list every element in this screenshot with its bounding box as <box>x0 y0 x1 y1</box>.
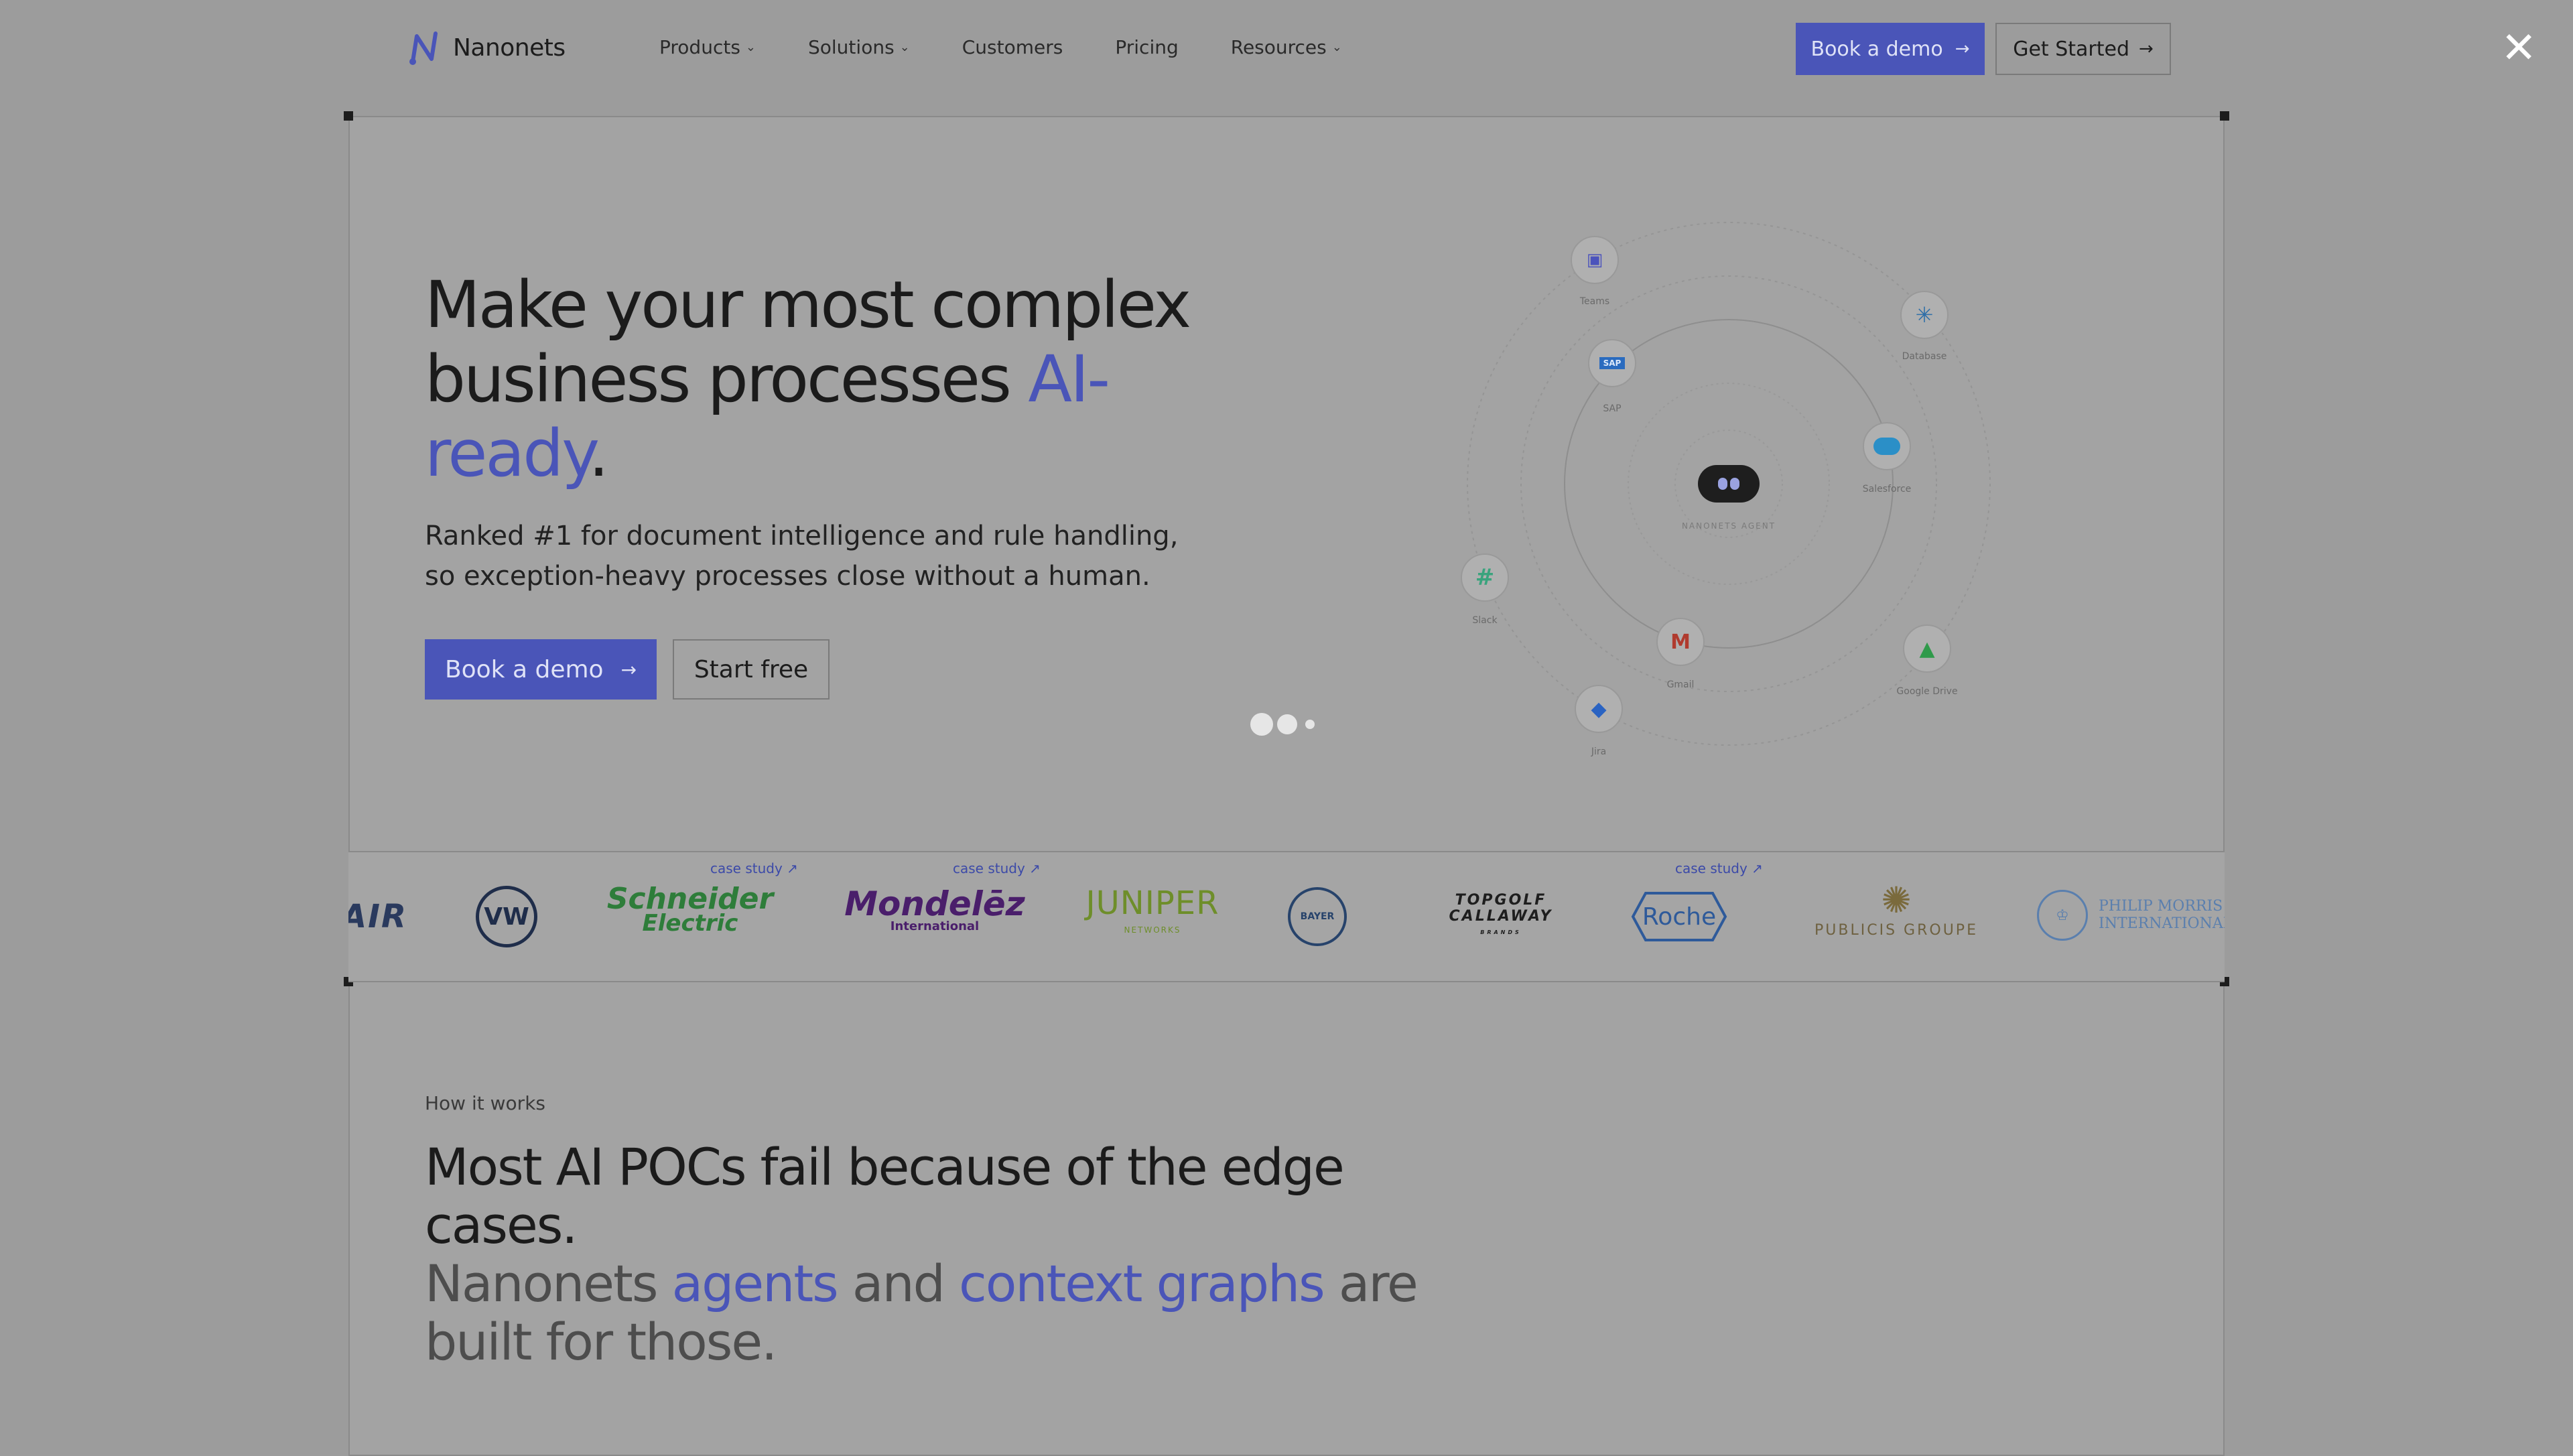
node-label-jira: Jira <box>1591 746 1607 757</box>
node-label-slack: Slack <box>1472 615 1498 626</box>
hero-subtitle: Ranked #1 for document intelligence and … <box>425 521 1179 592</box>
brand-name: Nanonets <box>453 34 566 62</box>
node-label-database: Database <box>1902 351 1947 362</box>
nav-resources[interactable]: Resources ⌄ <box>1231 36 1342 58</box>
logo-volkswagen: VW <box>476 886 537 947</box>
nav-book-demo-button[interactable]: Book a demo → <box>1796 23 1985 75</box>
nanonets-logo-icon <box>409 31 438 65</box>
google-drive-icon[interactable]: ▲ <box>1903 624 1951 673</box>
jira-icon[interactable]: ◆ <box>1575 685 1623 733</box>
logo-roche: Roche <box>1631 891 1727 942</box>
resize-handle-top-right[interactable] <box>2220 111 2229 121</box>
slack-icon[interactable]: # <box>1461 553 1509 602</box>
brand-logo[interactable]: Nanonets <box>407 29 566 66</box>
case-study-link[interactable]: case study ↗ <box>710 860 798 876</box>
nanonets-agent-hub <box>1698 465 1760 503</box>
node-label-google-drive: Google Drive <box>1896 686 1958 697</box>
node-label-teams: Teams <box>1579 296 1610 307</box>
carousel-dots <box>1250 713 1315 736</box>
case-study-link[interactable]: case study ↗ <box>1675 860 1763 876</box>
main-nav: Products ⌄ Solutions ⌄ Customers Pricing… <box>659 36 1342 58</box>
logo-air: AIR <box>348 898 407 935</box>
nav-solutions[interactable]: Solutions ⌄ <box>808 36 910 58</box>
logo-juniper: JUNIPER NETWORKS <box>1085 884 1219 935</box>
carousel-dot[interactable] <box>1305 720 1315 729</box>
gmail-icon[interactable]: M <box>1656 618 1705 666</box>
hero-title: Make your most complex business processe… <box>425 267 1191 491</box>
chevron-down-icon: ⌄ <box>899 40 910 54</box>
chevron-down-icon: ⌄ <box>1331 40 1342 54</box>
sap-icon[interactable]: SAP <box>1588 339 1636 387</box>
carousel-dot[interactable] <box>1277 714 1297 734</box>
nav-get-started-button[interactable]: Get Started → <box>1995 23 2171 75</box>
logo-topgolf-callaway: TOPGOLF CALLAWAY BRANDS <box>1449 892 1553 936</box>
agent-eye-icon <box>1718 478 1727 490</box>
nav-products[interactable]: Products ⌄ <box>659 36 756 58</box>
pmi-crest-icon: ♔ <box>2037 890 2088 941</box>
logo-publicis-groupe: ✺ PUBLICIS GROUPE <box>1815 879 1978 939</box>
resize-handle-top-left[interactable] <box>344 111 353 121</box>
close-icon[interactable]: ✕ <box>2501 27 2537 70</box>
case-study-link[interactable]: case study ↗ <box>953 860 1041 876</box>
section-title: Most AI POCs fail because of the edge ca… <box>425 1137 1419 1372</box>
logo-mondelez: Mondelēz International <box>844 884 1025 933</box>
nav-pricing[interactable]: Pricing <box>1115 36 1178 58</box>
node-label-sap: SAP <box>1603 403 1622 414</box>
logo-philip-morris: ♔ PHILIP MORRIS INTERNATIONAL <box>2037 890 2225 941</box>
start-free-button[interactable]: Start free <box>673 639 830 700</box>
carousel-dot[interactable] <box>1250 713 1273 736</box>
node-label-salesforce: Salesforce <box>1862 484 1912 494</box>
logo-bayer: BAYER <box>1288 887 1347 946</box>
node-label-gmail: Gmail <box>1666 679 1695 690</box>
arrow-right-icon: → <box>2139 39 2154 59</box>
integration-diagram: NANONETS AGENT ▣ Teams ✳ Database SAP SA… <box>1461 221 1997 757</box>
database-icon[interactable]: ✳ <box>1900 291 1949 339</box>
hero-book-demo-button[interactable]: Book a demo → <box>425 639 657 700</box>
customer-logo-strip: AIR VW case study ↗ Schneider Electric c… <box>348 851 2225 982</box>
nav-customers[interactable]: Customers <box>962 36 1063 58</box>
agent-eye-icon <box>1730 478 1739 490</box>
logo-schneider-electric: Schneider Electric <box>606 882 774 937</box>
section-label: How it works <box>425 1092 545 1114</box>
arrow-right-icon: → <box>620 658 637 681</box>
publicis-lion-icon: ✺ <box>1881 879 1912 921</box>
teams-icon[interactable]: ▣ <box>1571 236 1619 284</box>
agent-label: NANONETS AGENT <box>1681 521 1776 531</box>
salesforce-icon[interactable] <box>1863 422 1911 470</box>
chevron-down-icon: ⌄ <box>745 40 756 54</box>
arrow-right-icon: → <box>1955 39 1970 59</box>
